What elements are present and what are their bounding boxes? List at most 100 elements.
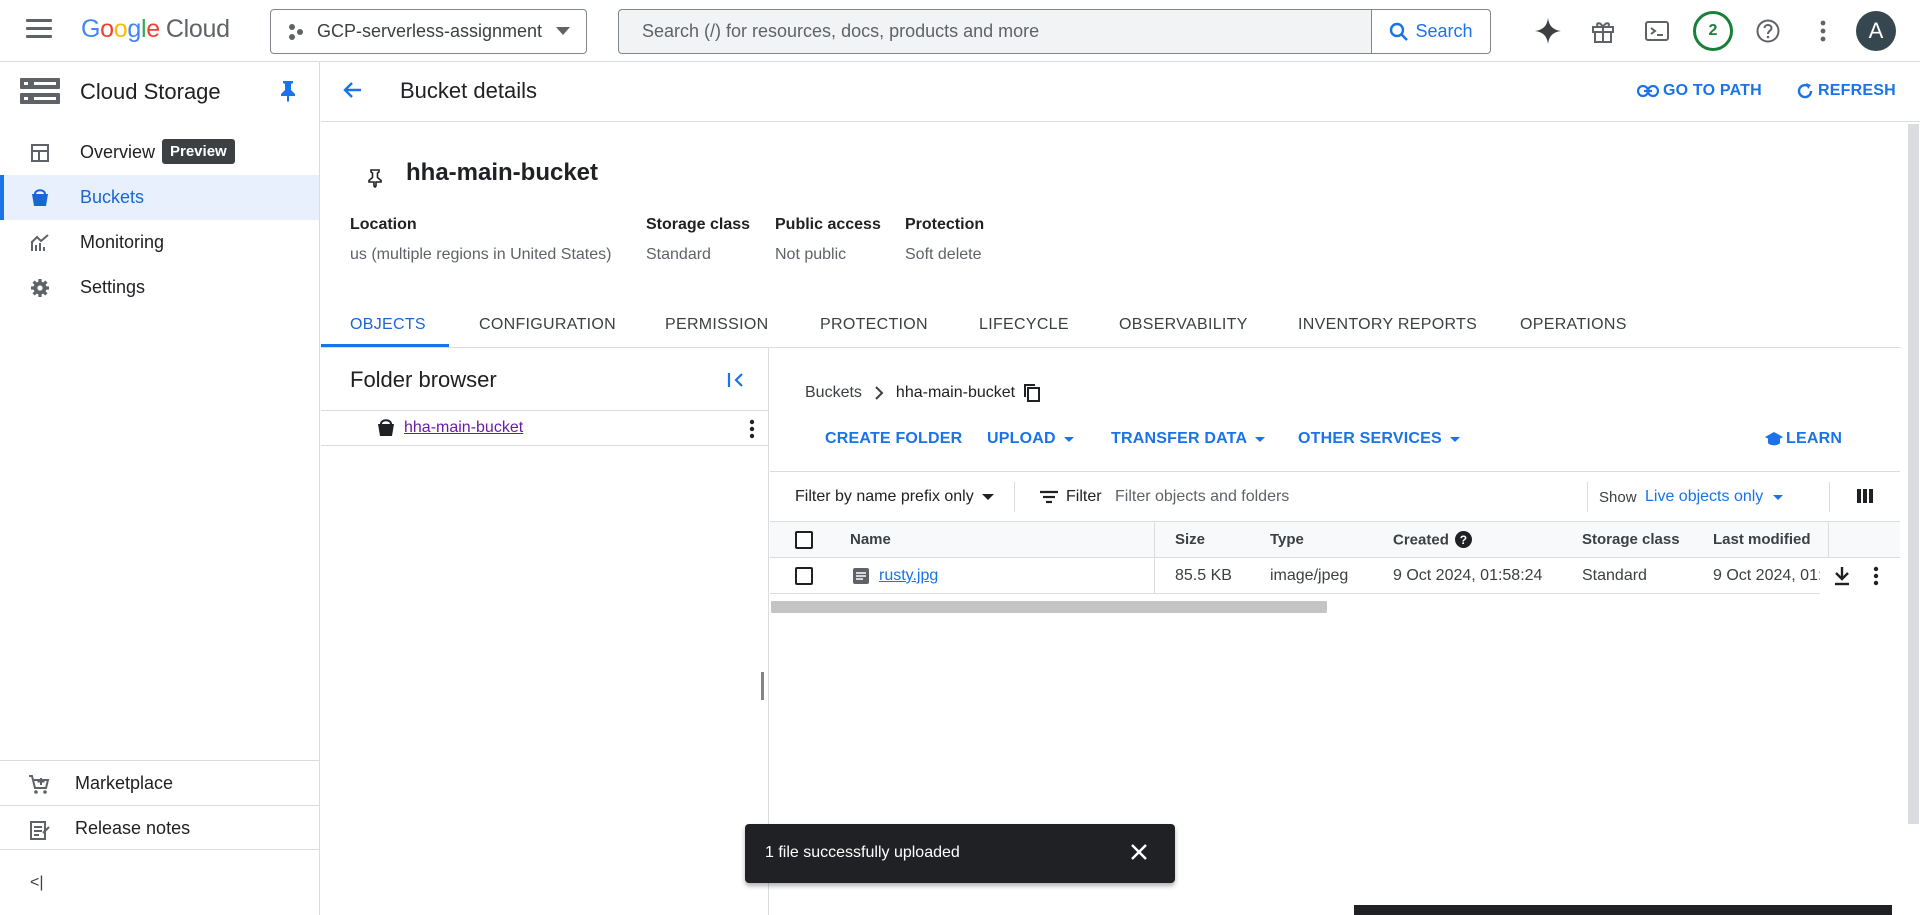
tab-lifecycle[interactable]: LIFECYCLE [979,316,1069,334]
bottom-panel-edge [1354,905,1892,915]
sidebar-item-buckets[interactable]: Buckets [0,175,319,220]
column-header-created[interactable]: Created? [1393,531,1472,549]
object-last-modified: 9 Oct 2024, 01:5 [1713,567,1832,584]
active-tab-indicator [321,344,449,347]
google-cloud-logo[interactable]: Google Cloud [81,15,230,44]
refresh-button[interactable]: REFRESH [1796,82,1896,100]
breadcrumb-buckets[interactable]: Buckets [805,384,862,402]
storage-class-label: Storage class [646,216,751,233]
folder-browser-title: Folder browser [350,367,497,392]
sidebar-item-monitoring[interactable]: Monitoring [0,220,319,265]
tab-permission[interactable]: PERMISSION [665,316,768,334]
upload-button[interactable]: UPLOAD [987,430,1074,448]
folder-tree-bucket-link[interactable]: hha-main-bucket [404,419,523,437]
search-button[interactable]: Search [1371,10,1490,53]
object-type: image/jpeg [1270,567,1349,584]
tab-inventory-reports[interactable]: INVENTORY REPORTS [1298,316,1477,334]
sidebar-item-label: Marketplace [75,773,174,793]
upload-label: UPLOAD [987,430,1056,447]
project-selector[interactable]: GCP-serverless-assignment [270,9,587,54]
learn-button[interactable]: LEARN [1764,430,1842,448]
more-vert-icon[interactable] [749,419,755,439]
tab-objects[interactable]: OBJECTS [350,316,426,334]
row-actions [1820,558,1900,594]
tab-configuration[interactable]: CONFIGURATION [479,316,616,334]
vertical-scrollbar[interactable] [1908,124,1919,824]
gift-icon[interactable] [1588,16,1618,46]
product-title: Cloud Storage [80,79,221,104]
cloud-shell-icon[interactable] [1642,16,1672,46]
pin-outline-icon[interactable] [367,168,383,188]
column-divider[interactable] [1154,522,1155,558]
collapse-panel-icon[interactable] [727,372,745,388]
help-icon[interactable] [1753,16,1783,46]
filter-label: Filter [1066,488,1102,505]
search-box: Search [618,9,1491,54]
filter-mode-select[interactable]: Filter by name prefix only [795,488,994,506]
avatar[interactable]: A [1856,11,1896,51]
row-checkbox[interactable] [795,567,813,585]
other-services-button[interactable]: OTHER SERVICES [1298,430,1460,448]
download-icon[interactable] [1833,566,1851,586]
sidebar: Cloud Storage Overview Preview Buckets M… [0,62,320,915]
close-icon[interactable] [1129,842,1149,862]
project-name: GCP-serverless-assignment [317,21,543,41]
created-header-label: Created [1393,531,1449,549]
sidebar-item-overview[interactable]: Overview Preview [0,130,319,175]
other-services-label: OTHER SERVICES [1298,430,1442,447]
tab-protection[interactable]: PROTECTION [820,316,928,334]
sidebar-item-marketplace[interactable]: Marketplace [0,760,319,805]
column-header-type[interactable]: Type [1270,531,1304,548]
copy-icon[interactable] [1023,383,1041,403]
filter-input[interactable] [1115,484,1535,510]
column-header-storage-class[interactable]: Storage class [1582,531,1680,548]
column-header-name[interactable]: Name [850,531,891,548]
menu-icon[interactable] [26,19,52,43]
table-row: rusty.jpg 85.5 KB image/jpeg 9 Oct 2024,… [770,558,1900,594]
column-display-icon[interactable] [1857,488,1873,504]
tab-observability[interactable]: OBSERVABILITY [1119,316,1248,334]
panel-resize-handle[interactable] [761,672,764,700]
notifications-badge[interactable]: 2 [1693,11,1733,51]
search-input[interactable] [619,10,1371,53]
filter-mode-label: Filter by name prefix only [795,488,974,505]
storage-class-value: Standard [646,246,711,263]
filter-icon [1040,490,1058,504]
tab-bar: OBJECTS CONFIGURATION PERMISSION PROTECT… [321,305,1901,348]
create-folder-label: CREATE FOLDER [825,430,963,447]
learn-label: LEARN [1786,430,1843,447]
filter-button[interactable]: Filter [1040,488,1102,506]
folder-tree-item[interactable]: hha-main-bucket [321,410,769,446]
page-title: Bucket details [400,78,537,103]
sidebar-item-settings[interactable]: Settings [0,265,319,310]
page-header: Bucket details GO TO PATH REFRESH [321,62,1920,122]
breadcrumb: Buckets hha-main-bucket [805,383,1041,403]
object-created: 9 Oct 2024, 01:58:24 [1393,567,1543,584]
create-folder-button[interactable]: CREATE FOLDER [825,430,962,448]
horizontal-scrollbar[interactable] [771,601,1327,613]
tab-operations[interactable]: OPERATIONS [1520,316,1627,334]
overview-icon [31,144,49,162]
public-access-label: Public access [775,216,881,233]
back-arrow-icon[interactable] [341,78,365,102]
object-size: 85.5 KB [1175,567,1232,584]
sidebar-item-label: Settings [80,277,146,297]
more-vert-icon[interactable] [1873,566,1879,586]
pin-icon[interactable] [279,80,297,102]
sidebar-item-release-notes[interactable]: Release notes [0,805,319,850]
table-header: Name Size Type Created? Storage class La… [770,522,1900,558]
select-all-checkbox[interactable] [795,531,813,549]
go-to-path-button[interactable]: GO TO PATH [1637,82,1762,100]
object-state-label: Live objects only [1645,488,1764,505]
chevron-right-icon [875,386,884,400]
column-header-size[interactable]: Size [1175,531,1205,548]
help-icon[interactable]: ? [1454,531,1472,548]
object-state-select[interactable]: Live objects only [1645,488,1784,506]
gemini-icon[interactable] [1533,16,1563,46]
more-vert-icon[interactable] [1808,16,1838,46]
column-header-last-modified[interactable]: Last modified [1713,531,1811,548]
object-name-link[interactable]: rusty.jpg [879,567,938,585]
transfer-data-button[interactable]: TRANSFER DATA [1111,430,1266,448]
divider [1829,482,1830,512]
collapse-sidebar-button[interactable]: <| [30,874,44,892]
